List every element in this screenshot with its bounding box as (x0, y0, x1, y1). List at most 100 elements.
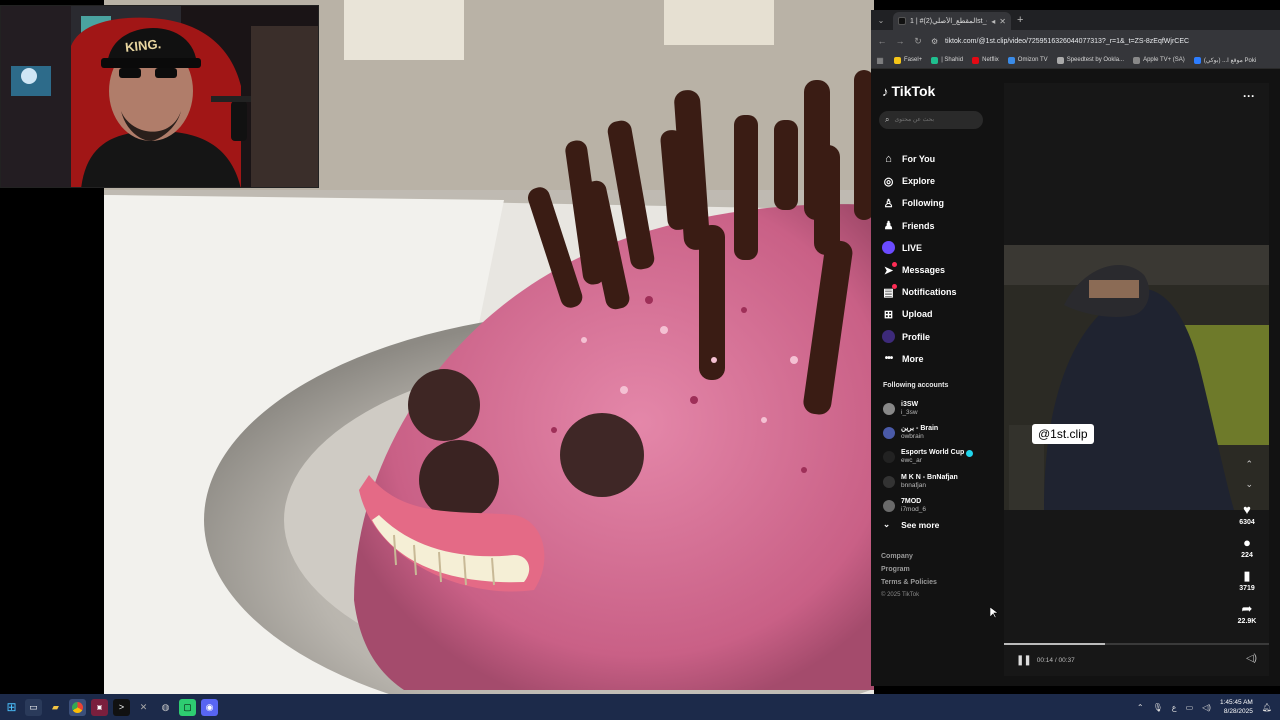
microphone-icon[interactable]: 🎙︎ (1153, 703, 1163, 712)
see-more-label: See more (901, 519, 940, 530)
back-icon[interactable]: ← (877, 36, 887, 46)
url-field[interactable]: ⚙ tiktok.com/@1st.clip/video/72595163260… (931, 37, 1274, 45)
webcam-overlay: KING. (0, 5, 319, 188)
following-accounts-list: i3SW i_3sw برين - Brain owbrain Esports Worl… (883, 397, 974, 518)
notification-dot (892, 283, 897, 289)
bookmarks-bar: ▦ Fasel+ | Shahid Netflix Omizon TV Speedtes… (871, 52, 1280, 69)
speaker-icon[interactable]: ◁) (1202, 703, 1211, 712)
tray-overflow-icon[interactable]: ⌃ (1137, 703, 1144, 712)
nav-item-live[interactable]: LIVE (882, 237, 957, 259)
start-icon[interactable]: ⊞ (3, 699, 20, 716)
terminal-icon[interactable]: > (113, 698, 130, 716)
app-icon-2[interactable]: ✕ (135, 699, 152, 716)
nav-item-messages[interactable]: ➤ Messages (882, 259, 957, 281)
pause-icon[interactable]: ❚❚ (1016, 655, 1032, 666)
forward-icon[interactable]: → (895, 36, 905, 46)
account-handle: i7mod_6 (901, 505, 926, 513)
following-account[interactable]: برين - Brain owbrain (883, 421, 973, 445)
copyright: © 2025 TikTok (881, 592, 920, 598)
nav-item-more[interactable]: ••• More (882, 348, 957, 370)
footer-link-terms[interactable]: Terms & Policies (881, 579, 937, 586)
next-video-icon[interactable]: ⌄ (1245, 479, 1253, 490)
following-icon: ♙ (883, 197, 894, 210)
search-input[interactable] (894, 117, 975, 123)
notification-dot (892, 261, 897, 267)
site-info-icon[interactable]: ⚙ (931, 37, 941, 45)
nav-label: More (902, 353, 924, 364)
nav-label: Upload (902, 309, 933, 320)
notifications-bell-icon[interactable]: 🔔︎ (1262, 703, 1272, 712)
task-view-icon[interactable]: ▭ (25, 698, 42, 716)
nav-label: For You (902, 154, 936, 165)
footer-link-program[interactable]: Program (881, 566, 937, 573)
following-account[interactable]: Esports World Cup ewc_ar (883, 445, 974, 469)
nav-item-profile[interactable]: Profile (882, 326, 957, 348)
file-explorer-icon[interactable]: ▰ (47, 699, 64, 716)
bookmark-favicon-icon (1193, 56, 1201, 64)
bookmark-item[interactable]: Apple TV+ (SA) (1133, 56, 1185, 64)
tiktok-sidebar: ♪ TikTok ⌕ ⌂ For You ◎ Explore ♙ Following ♟ Fr… (871, 69, 1003, 686)
following-account[interactable]: 7MOD i7mod_6 (883, 494, 973, 518)
search-box[interactable]: ⌕ (879, 111, 983, 129)
bookmark-item[interactable]: Omizon TV (1007, 56, 1048, 64)
nav-item-notifications[interactable]: ▤ Notifications (882, 281, 957, 303)
app-icon-4[interactable]: ▢ (179, 698, 196, 716)
apps-icon[interactable]: ▦ (875, 56, 885, 65)
tiktok-logo[interactable]: ♪ TikTok (882, 83, 935, 99)
account-display-name: i3SW (901, 401, 918, 409)
close-tab-icon[interactable]: ✕ (999, 17, 1006, 26)
see-more-button[interactable]: ⌄ See more (883, 519, 939, 530)
tiktok-note-icon: ♪ (882, 83, 889, 99)
compass-icon: ◎ (883, 175, 894, 188)
discord-icon[interactable]: ◉ (201, 698, 218, 716)
like-action[interactable]: ♥ 6304 (1239, 502, 1255, 527)
save-action[interactable]: ▮ 3719 (1239, 569, 1255, 593)
app-icon-3[interactable]: ◍ (157, 699, 174, 716)
url-text: tiktok.com/@1st.clip/video/7259516326044… (945, 37, 1190, 45)
network-icon[interactable]: ▭ (1186, 703, 1194, 712)
footer-link-company[interactable]: Company (881, 553, 937, 560)
video-progress-bar[interactable] (1004, 643, 1269, 645)
following-account[interactable]: i3SW i_3sw (883, 397, 973, 421)
bookmark-favicon-icon (1133, 56, 1141, 64)
reload-icon[interactable]: ↻ (913, 36, 923, 47)
video-actions: ♥ 6304 ● 224 ▮ 3719 ➦ 22.9K (1235, 503, 1259, 631)
address-bar-row: ← → ↻ ⚙ tiktok.com/@1st.clip/video/72595… (871, 30, 1280, 52)
bookmark-item[interactable]: Speedtest by Ookla... (1056, 56, 1125, 64)
account-display-name: برين - Brain (901, 425, 938, 433)
tiktok-logo-text: TikTok (891, 83, 936, 99)
bookmark-item[interactable]: Netflix (972, 56, 999, 64)
bookmark-item[interactable]: | Shahid (931, 56, 963, 64)
account-names: 7MOD i7mod_6 (901, 498, 926, 514)
nav-item-for-you[interactable]: ⌂ For You (882, 148, 957, 170)
profile-icon (882, 330, 895, 344)
browser-tab[interactable]: ‪#المقطع_الأصلي(2)‬‏ | 1st_clip ◂ ✕ (893, 12, 1011, 30)
verified-badge-icon (966, 449, 974, 457)
nav-item-explore[interactable]: ◎ Explore (882, 170, 957, 192)
following-account[interactable]: M K N - BnNafjan bnnafjan (883, 470, 973, 494)
clock-time: 1:45:45 AM (1219, 699, 1253, 706)
clock[interactable]: 1:45:45 AM 8/28/2025 (1220, 698, 1253, 716)
comment-action[interactable]: ● 224 (1241, 536, 1253, 560)
tab-search-icon[interactable]: ⌄ (875, 14, 887, 26)
bookmark-label: Speedtest by Ookla... (1066, 57, 1125, 63)
heart-icon: ♥ (1243, 502, 1251, 517)
new-tab-button[interactable]: + (1017, 14, 1023, 26)
volume-icon[interactable]: ◁) (1246, 653, 1257, 664)
bookmark-item[interactable]: موقع ا... (بوكي) Poki (1193, 56, 1256, 64)
video-frame[interactable]: @1st.clip (1004, 245, 1269, 510)
account-name-text: برين - Brain (901, 425, 939, 433)
app-icon-1[interactable]: ▣ (91, 698, 108, 716)
video-player[interactable]: ··· @1st.clip ⌃ ⌄ ♥ 6304 ● 224 ▮ 3719 ➦ … (1004, 83, 1269, 676)
nav-item-upload[interactable]: ⊞ Upload (882, 303, 957, 325)
more-options-icon[interactable]: ··· (1243, 89, 1255, 103)
nav-item-friends[interactable]: ♟ Friends (882, 215, 957, 237)
bookmark-item[interactable]: Fasel+ (894, 56, 922, 64)
language-indicator[interactable]: ع (1172, 703, 1177, 712)
live-icon (882, 241, 895, 255)
share-action[interactable]: ➦ 22.9K (1238, 602, 1257, 626)
previous-video-icon[interactable]: ⌃ (1245, 459, 1253, 470)
tab-audio-icon[interactable]: ◂ (991, 17, 995, 26)
nav-item-following[interactable]: ♙ Following (882, 192, 957, 214)
chrome-icon[interactable] (69, 698, 86, 716)
